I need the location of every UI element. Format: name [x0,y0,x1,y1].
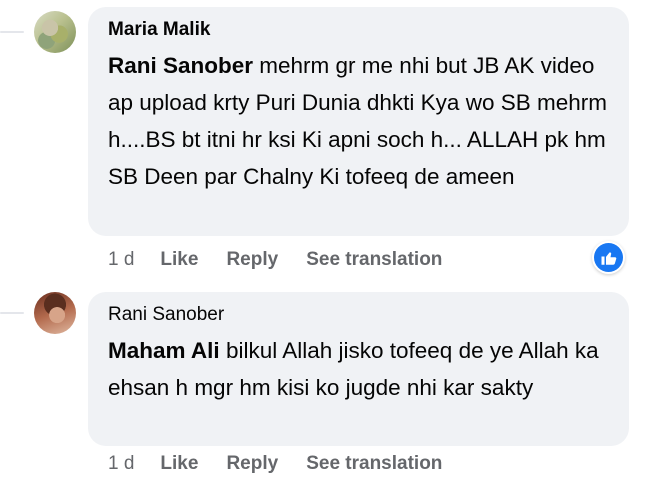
reply-button[interactable]: Reply [226,249,278,271]
thumbs-up-icon [594,243,623,272]
comment-bubble: Maria Malik Rani Sanober mehrm gr me nhi… [88,7,629,236]
comment-author[interactable]: Rani Sanober [108,304,613,326]
reaction-badge[interactable] [592,241,625,274]
comment-text: Rani Sanober mehrm gr me nhi but JB AK v… [108,47,613,195]
avatar[interactable] [34,292,76,334]
comment-actions: 1 d Like Reply See translation [108,453,470,475]
reply-button[interactable]: Reply [226,453,278,475]
avatar[interactable] [34,11,76,53]
thread-connector-line [0,31,24,33]
like-button[interactable]: Like [160,249,198,271]
comment-bubble: Rani Sanober Maham Ali bilkul Allah jisk… [88,292,629,446]
comment-text: Maham Ali bilkul Allah jisko tofeeq de y… [108,332,613,406]
comment-actions: 1 d Like Reply See translation [108,249,470,271]
comment-timestamp[interactable]: 1 d [108,249,134,271]
see-translation-button[interactable]: See translation [306,453,442,475]
comment-author[interactable]: Maria Malik [108,19,613,41]
mention-link[interactable]: Maham Ali [108,338,220,363]
see-translation-button[interactable]: See translation [306,249,442,271]
comment-timestamp[interactable]: 1 d [108,453,134,475]
thread-connector-line [0,312,24,314]
mention-link[interactable]: Rani Sanober [108,53,253,78]
like-button[interactable]: Like [160,453,198,475]
